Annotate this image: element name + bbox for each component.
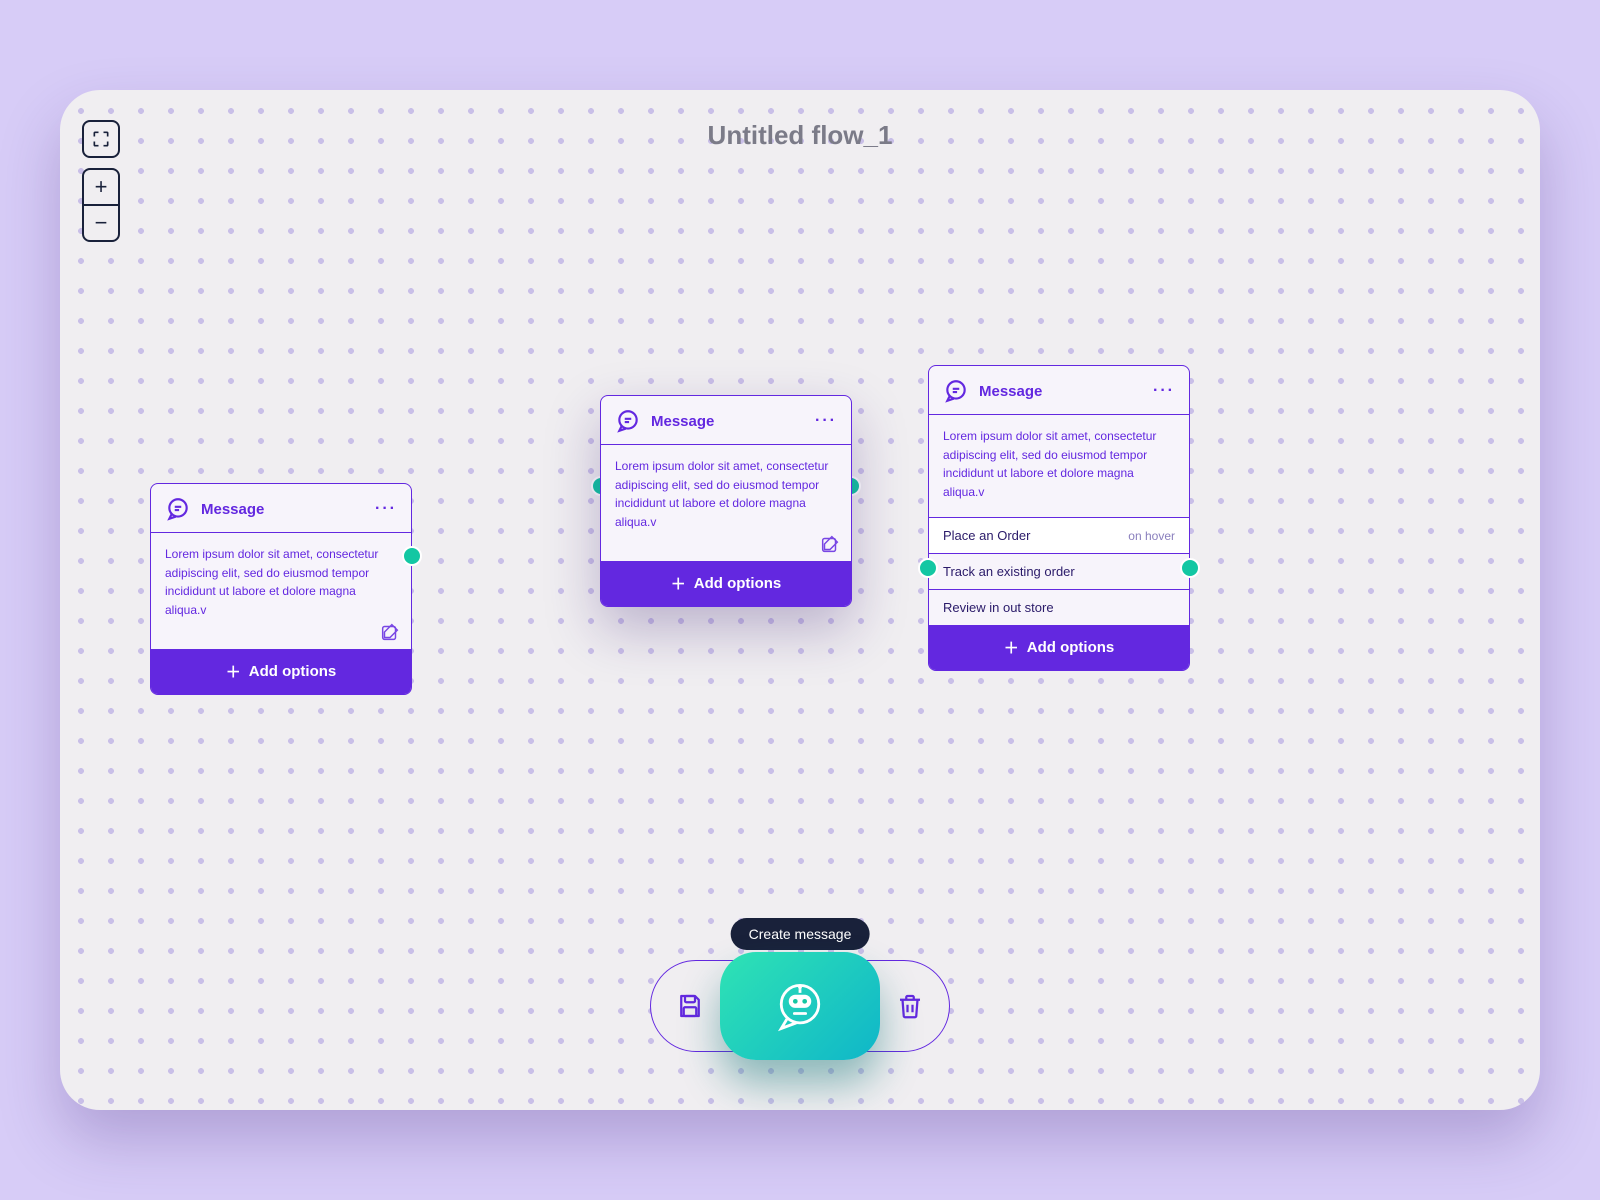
zoom-out-button[interactable]: − xyxy=(84,206,118,240)
trash-icon xyxy=(895,991,925,1021)
node-header: Message ··· xyxy=(929,366,1189,415)
zoom-control: + − xyxy=(82,168,120,242)
add-options-label: Add options xyxy=(694,575,781,592)
zoom-in-button[interactable]: + xyxy=(84,170,118,206)
connection-port[interactable] xyxy=(918,558,938,578)
node-title: Message xyxy=(201,501,365,518)
node-title: Message xyxy=(651,413,805,430)
save-button[interactable] xyxy=(675,991,705,1021)
add-options-label: Add options xyxy=(249,663,336,680)
add-options-button[interactable]: ＋ Add options xyxy=(601,561,851,606)
node-header: Message ··· xyxy=(151,484,411,533)
message-icon xyxy=(615,408,641,434)
message-node[interactable]: Message ··· Lorem ipsum dolor sit amet, … xyxy=(150,483,412,695)
fullscreen-button[interactable] xyxy=(82,120,120,158)
option-label: Place an Order xyxy=(943,528,1030,543)
message-node[interactable]: Message ··· Lorem ipsum dolor sit amet, … xyxy=(600,395,852,607)
connection-port[interactable] xyxy=(1180,558,1200,578)
canvas[interactable]: Untitled flow_1 + − Message ··· Lorem ip… xyxy=(60,90,1540,1110)
add-options-label: Add options xyxy=(1027,639,1114,656)
edit-icon xyxy=(819,533,841,555)
edit-button[interactable] xyxy=(819,533,841,555)
message-icon xyxy=(943,378,969,404)
node-menu-button[interactable]: ··· xyxy=(815,412,837,430)
node-option[interactable]: Track an existing order xyxy=(929,553,1189,589)
add-options-button[interactable]: ＋ Add options xyxy=(929,625,1189,670)
plus-icon: ＋ xyxy=(226,661,241,682)
message-node[interactable]: Message ··· Lorem ipsum dolor sit amet, … xyxy=(928,365,1190,671)
flow-title[interactable]: Untitled flow_1 xyxy=(60,120,1540,151)
add-options-button[interactable]: ＋ Add options xyxy=(151,649,411,694)
node-option[interactable]: Place an Order on hover xyxy=(929,517,1189,553)
plus-icon: + xyxy=(95,176,108,198)
connection-port[interactable] xyxy=(402,546,422,566)
node-body-text: Lorem ipsum dolor sit amet, consectetur … xyxy=(165,547,378,617)
node-option[interactable]: Review in out store xyxy=(929,589,1189,625)
plus-icon: ＋ xyxy=(1004,637,1019,658)
node-body: Lorem ipsum dolor sit amet, consectetur … xyxy=(929,415,1189,517)
delete-button[interactable] xyxy=(895,991,925,1021)
node-header: Message ··· xyxy=(601,396,851,445)
message-icon xyxy=(165,496,191,522)
minus-icon: − xyxy=(95,212,108,234)
node-body: Lorem ipsum dolor sit amet, consectetur … xyxy=(151,533,411,649)
hover-hint: on hover xyxy=(1128,529,1175,543)
node-body-text: Lorem ipsum dolor sit amet, consectetur … xyxy=(615,459,828,529)
edit-icon xyxy=(379,621,401,643)
option-label: Track an existing order xyxy=(943,564,1075,579)
edit-button[interactable] xyxy=(379,621,401,643)
save-icon xyxy=(675,991,705,1021)
node-menu-button[interactable]: ··· xyxy=(1153,382,1175,400)
node-body: Lorem ipsum dolor sit amet, consectetur … xyxy=(601,445,851,561)
fullscreen-icon xyxy=(91,129,111,149)
node-menu-button[interactable]: ··· xyxy=(375,500,397,518)
node-body-text: Lorem ipsum dolor sit amet, consectetur … xyxy=(943,429,1156,499)
create-message-button[interactable] xyxy=(720,952,880,1060)
option-label: Review in out store xyxy=(943,600,1054,615)
plus-icon: ＋ xyxy=(671,573,686,594)
node-title: Message xyxy=(979,383,1143,400)
create-message-tooltip: Create message xyxy=(731,918,870,950)
bot-icon xyxy=(770,976,830,1036)
